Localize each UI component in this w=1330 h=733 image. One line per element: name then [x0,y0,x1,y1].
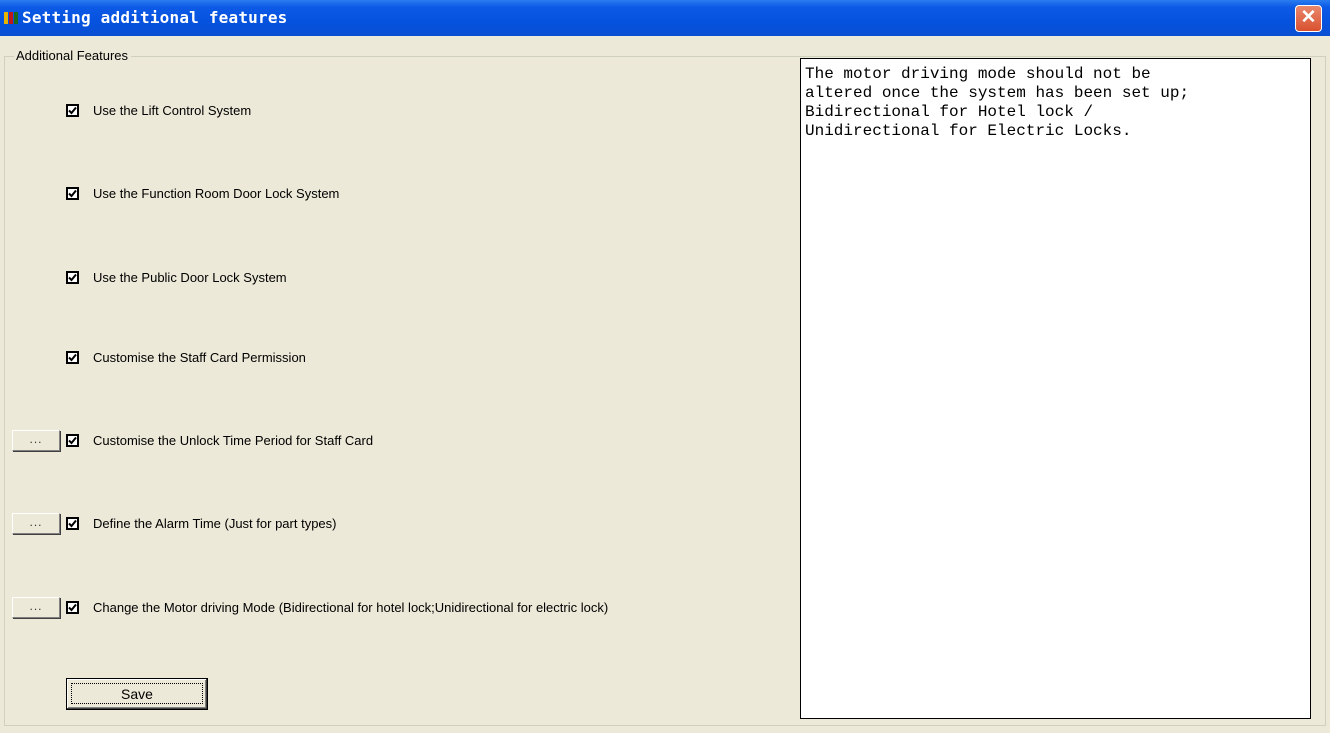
app-icon [4,10,20,26]
option-label[interactable]: Customise the Unlock Time Period for Sta… [93,433,373,448]
checkmark-icon [68,436,77,445]
ellipsis-button[interactable]: ... [12,597,60,618]
group-legend: Additional Features [14,48,132,64]
window-title: Setting additional features [22,8,288,27]
option-checkbox[interactable] [66,517,79,530]
title-bar: Setting additional features ✕ [0,0,1330,36]
checkmark-icon [68,519,77,528]
save-button[interactable]: Save [66,678,208,710]
option-checkbox[interactable] [66,187,79,200]
ellipsis-button[interactable]: ... [12,513,60,534]
option-label[interactable]: Use the Public Door Lock System [93,270,287,285]
checkmark-icon [68,189,77,198]
option-label[interactable]: Customise the Staff Card Permission [93,350,306,365]
ellipsis-button[interactable]: ... [12,430,60,451]
option-checkbox[interactable] [66,434,79,447]
option-label[interactable]: Change the Motor driving Mode (Bidirecti… [93,600,608,615]
option-checkbox[interactable] [66,351,79,364]
option-label[interactable]: Use the Lift Control System [93,103,251,118]
close-button[interactable]: ✕ [1295,5,1322,32]
checkmark-icon [68,353,77,362]
option-checkbox[interactable] [66,104,79,117]
option-label[interactable]: Define the Alarm Time (Just for part typ… [93,516,336,531]
option-checkbox[interactable] [66,601,79,614]
option-checkbox[interactable] [66,271,79,284]
close-icon: ✕ [1300,7,1317,28]
checkmark-icon [68,106,77,115]
save-button-label: Save [121,686,153,702]
option-label[interactable]: Use the Function Room Door Lock System [93,186,339,201]
checkmark-icon [68,603,77,612]
checkmark-icon [68,273,77,282]
info-textbox[interactable]: The motor driving mode should not be alt… [800,58,1311,719]
